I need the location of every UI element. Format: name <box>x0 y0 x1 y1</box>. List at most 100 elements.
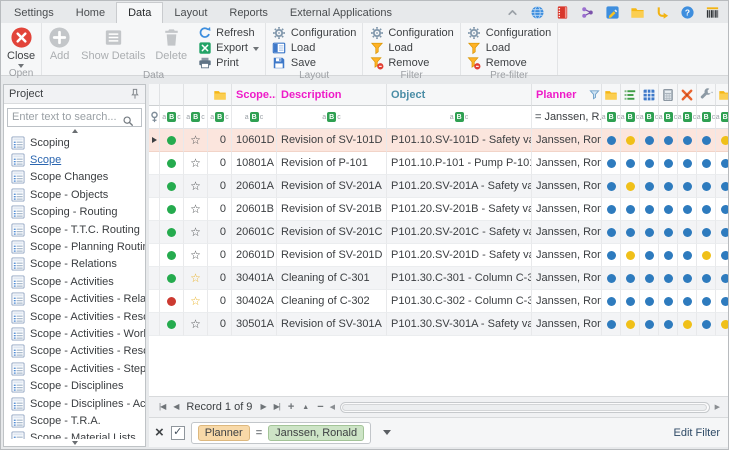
table-row[interactable]: ☆020601ARevision of SV-201AP101.20.SV-20… <box>149 175 728 198</box>
scroll-down-indicator[interactable] <box>4 439 145 446</box>
favorite-cell[interactable]: ☆ <box>184 175 208 198</box>
next-record-button[interactable]: ▶ <box>260 403 265 411</box>
step-icon[interactable] <box>654 4 670 20</box>
filter-cell-col-tasks[interactable]: aBc <box>621 106 640 129</box>
table-row[interactable]: ☆030401ACleaning of C-301P101.30.C-301 -… <box>149 267 728 290</box>
table-row[interactable]: ☆030402ACleaning of C-302P101.30.C-302 -… <box>149 290 728 313</box>
delete-record-button[interactable]: − <box>317 402 323 413</box>
sidebar-item-scoping[interactable]: Scoping <box>11 134 145 151</box>
favorite-cell[interactable]: ☆ <box>184 290 208 313</box>
sidebar-item-scope-objects[interactable]: Scope - Objects <box>11 186 145 203</box>
sidebar-item-scope-activities-work-pe[interactable]: Scope - Activities - Work Pe... <box>11 325 145 342</box>
load-button[interactable]: Load <box>272 41 356 56</box>
sidebar-item-scope-activities-steps[interactable]: Scope - Activities - Steps <box>11 360 145 377</box>
scroll-up-indicator[interactable] <box>4 127 145 134</box>
configuration-button[interactable]: Configuration <box>369 26 453 41</box>
filter-enabled-checkbox[interactable]: ✓ <box>171 426 185 440</box>
sidebar-item-scope-relations[interactable]: Scope - Relations <box>11 256 145 273</box>
first-record-button[interactable]: |◀ <box>159 403 165 411</box>
filter-cell-planner[interactable]: =Janssen, R... <box>532 106 602 129</box>
tab-home[interactable]: Home <box>65 3 116 23</box>
header-funnel-icon[interactable] <box>589 89 600 100</box>
filter-cell-col-grid[interactable]: aBc <box>640 106 659 129</box>
filter-cell-object[interactable]: aBc <box>387 106 532 129</box>
sidebar-item-scope-activities-resourc[interactable]: Scope - Activities - Resourc... <box>11 343 145 360</box>
filter-expression[interactable]: Planner = Janssen, Ronald <box>191 422 371 444</box>
edit-icon[interactable] <box>604 4 620 20</box>
column-header-object[interactable]: Object <box>387 84 532 106</box>
horizontal-scrollbar[interactable] <box>340 402 710 413</box>
column-header-status[interactable] <box>160 84 184 106</box>
column-header-col-folder[interactable] <box>602 84 621 106</box>
filter-cell-col-folder[interactable]: aBc <box>602 106 621 129</box>
sidebar-item-scope-disciplines-activiti[interactable]: Scope - Disciplines - Activiti... <box>11 395 145 412</box>
share-nodes-icon[interactable] <box>579 4 595 20</box>
pin-icon[interactable] <box>130 88 140 100</box>
help-icon[interactable]: ? <box>679 4 695 20</box>
filter-cell-scope[interactable]: aBc <box>232 106 277 129</box>
filter-cell-attachments[interactable]: aBc <box>208 106 232 129</box>
sidebar-item-scope-planning-routing[interactable]: Scope - Planning Routing <box>11 238 145 255</box>
remove-button[interactable]: Remove <box>467 55 551 70</box>
filter-cell-indicator[interactable] <box>149 106 160 129</box>
filter-field-chip[interactable]: Planner <box>198 425 250 441</box>
table-row[interactable]: ☆030501ARevision of SV-301AP101.30.SV-30… <box>149 313 728 336</box>
column-header-planner[interactable]: Planner <box>532 84 602 106</box>
column-header-col-extra[interactable] <box>716 84 728 106</box>
column-header-col-routing[interactable] <box>678 84 697 106</box>
tab-settings[interactable]: Settings <box>3 3 65 23</box>
filter-dropdown-caret[interactable] <box>383 430 391 435</box>
sidebar-item-scope-activities-relations[interactable]: Scope - Activities - Relations <box>11 291 145 308</box>
sidebar-item-scope-t-t-c-routing[interactable]: Scope - T.T.C. Routing <box>11 221 145 238</box>
column-header-col-calculator[interactable] <box>659 84 678 106</box>
print-button[interactable]: Print <box>197 55 259 70</box>
folder-icon[interactable] <box>629 4 645 20</box>
favorite-cell[interactable]: ☆ <box>184 313 208 336</box>
close-filter-icon[interactable]: × <box>155 425 164 440</box>
column-header-indicator[interactable] <box>149 84 160 106</box>
column-header-col-grid[interactable] <box>640 84 659 106</box>
sidebar-item-scope-activities-resources[interactable]: Scope - Activities - Resources <box>11 308 145 325</box>
column-header-scope[interactable]: Scope... <box>232 84 277 106</box>
append-record-button[interactable]: + <box>288 402 294 413</box>
favorite-cell[interactable]: ☆ <box>184 198 208 221</box>
table-row[interactable]: ☆020601CRevision of SV-201CP101.20.SV-20… <box>149 221 728 244</box>
journal-icon[interactable] <box>554 4 570 20</box>
last-record-button[interactable]: ▶| <box>274 403 280 411</box>
save-button[interactable]: Save <box>272 55 356 70</box>
collapse-ribbon-icon[interactable] <box>504 4 520 20</box>
table-row[interactable]: ☆020601BRevision of SV-201BP101.20.SV-20… <box>149 198 728 221</box>
refresh-button[interactable]: Refresh <box>197 26 259 41</box>
sidebar-item-scoping-routing[interactable]: Scoping - Routing <box>11 204 145 221</box>
favorite-cell[interactable]: ☆ <box>184 152 208 175</box>
filter-cell-star[interactable]: aBc <box>184 106 208 129</box>
filter-cell-status[interactable]: aBc <box>160 106 184 129</box>
barcode-icon[interactable] <box>704 4 720 20</box>
hscroll-left-icon[interactable]: ◀ <box>330 404 335 411</box>
favorite-cell[interactable]: ☆ <box>184 129 208 152</box>
scrollbar-thumb[interactable] <box>342 404 707 411</box>
column-header-attachments[interactable] <box>208 84 232 106</box>
column-header-star[interactable] <box>184 84 208 106</box>
table-row[interactable]: ☆020601DRevision of SV-201DP101.20.SV-20… <box>149 244 728 267</box>
hscroll-right-icon[interactable]: ▶ <box>715 404 720 411</box>
column-header-description[interactable]: Description <box>277 84 387 106</box>
sidebar-item-scope[interactable]: Scope <box>11 151 145 168</box>
filter-cell-description[interactable]: aBc <box>277 106 387 129</box>
table-row[interactable]: ☆010601DRevision of SV-101DP101.10.SV-10… <box>149 129 728 152</box>
edit-record-button[interactable]: ▲ <box>302 404 309 411</box>
configuration-button[interactable]: Configuration <box>467 26 551 41</box>
favorite-cell[interactable]: ☆ <box>184 267 208 290</box>
sidebar-item-scope-t-r-a[interactable]: Scope - T.R.A. <box>11 412 145 429</box>
sidebar-item-scope-disciplines[interactable]: Scope - Disciplines <box>11 377 145 394</box>
prev-record-button[interactable]: ◀ <box>173 403 178 411</box>
column-header-col-wrench[interactable] <box>697 84 716 106</box>
favorite-cell[interactable]: ☆ <box>184 244 208 267</box>
tab-external-applications[interactable]: External Applications <box>279 3 403 23</box>
filter-cell-col-calculator[interactable]: aBc <box>659 106 678 129</box>
filter-cell-col-routing[interactable]: aBc <box>678 106 697 129</box>
configuration-button[interactable]: Configuration <box>272 26 356 41</box>
tab-data[interactable]: Data <box>116 2 163 23</box>
favorite-cell[interactable]: ☆ <box>184 221 208 244</box>
close-button[interactable]: Close <box>2 24 40 68</box>
